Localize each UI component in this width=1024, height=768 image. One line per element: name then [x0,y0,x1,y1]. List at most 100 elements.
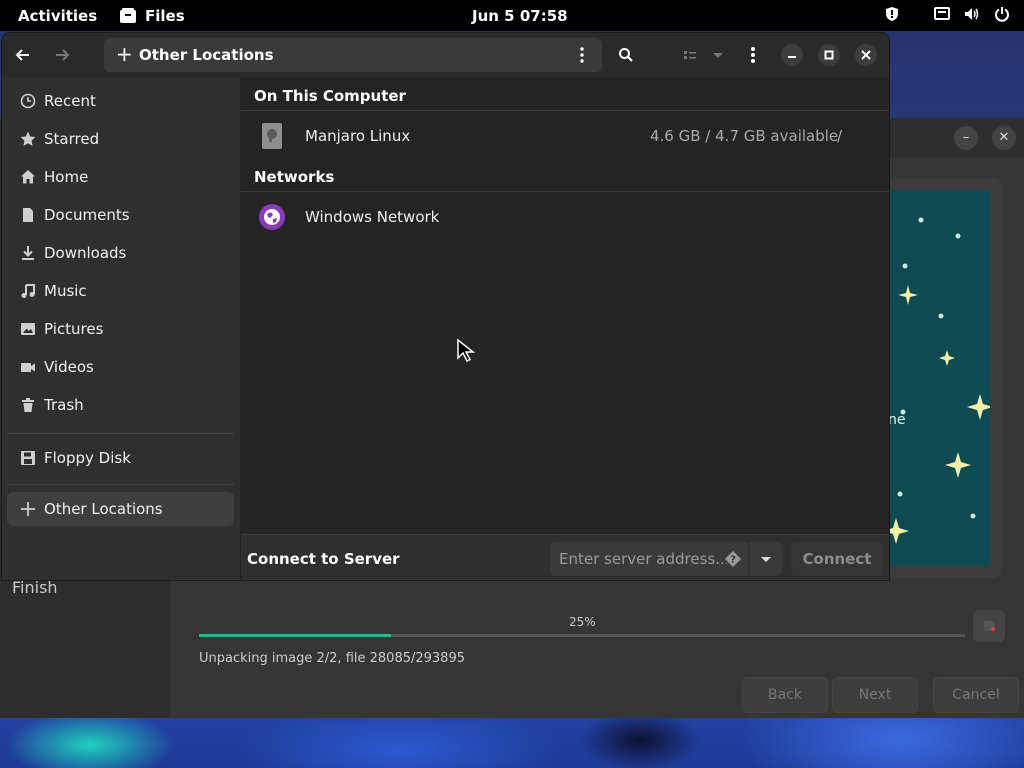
location-available-space: 4.6 GB / 4.7 GB available [650,127,839,145]
sidebar-item-music[interactable]: Music [7,274,234,308]
sidebar-item-label: Home [44,168,89,186]
sidebar-item-label: Documents [44,206,130,224]
installer-headerbar: – ✕ [888,118,1024,158]
location-row-manjaro-linux[interactable]: Manjaro Linux 4.6 GB / 4.7 GB available … [241,116,889,156]
sidebar-item-label: Music [44,282,87,300]
help-icon[interactable]: ? [724,550,742,568]
volume-icon [965,8,979,20]
download-icon [22,246,34,260]
search-button[interactable] [610,39,642,71]
location-mount-point: / [837,127,843,145]
sidebar-item-home[interactable]: Home [7,160,234,194]
server-address-field: ? [550,542,748,576]
sidebar-item-label: Trash [44,396,84,414]
location-label: Other Locations [139,46,274,64]
picture-icon [21,323,35,335]
section-divider [241,191,889,192]
location-bar[interactable]: + Other Locations [104,38,602,72]
section-title-networks: Networks [254,168,335,186]
slide-text: ne [888,412,906,428]
stars-decoration [883,217,993,544]
document-icon [23,208,33,222]
network-globe-icon [259,204,285,230]
installer-slideshow: ne [883,178,1002,578]
star-icon [20,131,36,146]
activities-button[interactable]: Activities [18,7,97,25]
minimize-button[interactable] [781,44,803,66]
install-status: Unpacking image 2/2, file 28085/293895 [199,651,465,666]
section-divider [241,110,889,111]
floppy-icon [21,451,35,465]
main-menu-button[interactable] [737,39,769,71]
sidebar-separator [7,484,234,485]
app-name: Files [145,7,185,25]
location-row-windows-network[interactable]: Windows Network [241,197,889,237]
sidebar-item-label: Starred [44,130,100,148]
sidebar-item-starred[interactable]: Starred [7,122,234,156]
headerbar: + Other Locations [2,33,889,77]
sidebar-item-downloads[interactable]: Downloads [7,236,234,270]
next-button[interactable]: Next [832,677,918,713]
close-button[interactable]: ✕ [992,126,1016,150]
progress-bar [199,634,965,637]
list-view-icon [684,51,696,59]
top-bar: Activities Files Jun 5 07:58 [0,0,1024,31]
connect-button[interactable]: Connect [791,542,883,576]
progress-percent: 25% [569,615,596,629]
sidebar-item-label: Pictures [44,320,104,338]
clock[interactable]: Jun 5 07:58 [472,7,568,25]
sidebar-item-videos[interactable]: Videos [7,350,234,384]
recent-servers-dropdown[interactable] [750,542,782,576]
sidebar-item-pictures[interactable]: Pictures [7,312,234,346]
log-toggle-button[interactable] [973,610,1005,642]
cancel-button[interactable]: Cancel [933,677,1019,713]
progress-fill [199,634,391,637]
forward-button[interactable] [46,39,78,71]
other-locations-view: On This Computer Manjaro Linux 4.6 GB / … [241,77,889,534]
app-menu[interactable]: Files [119,7,185,25]
vertical-dots-icon [751,47,755,63]
minimize-button[interactable]: – [954,126,978,150]
sidebar-item-label: Recent [44,92,96,110]
sidebar-separator [7,433,234,434]
server-address-input[interactable] [550,542,727,576]
maximize-button[interactable] [818,44,840,66]
back-button[interactable] [7,39,39,71]
plus-icon [21,502,35,516]
sidebar-item-documents[interactable]: Documents [7,198,234,232]
video-icon [21,363,35,372]
trash-icon [22,398,34,412]
music-icon [21,284,35,298]
files-app-icon [120,8,136,23]
installer-step-finish: Finish [12,578,58,597]
sidebar-item-floppy-disk[interactable]: Floppy Disk [7,441,234,475]
location-name: Manjaro Linux [305,127,411,145]
section-title-on-this-computer: On This Computer [254,87,406,105]
drive-icon [262,123,282,149]
sidebar-item-label: Videos [44,358,94,376]
minimize-icon [788,56,796,58]
svg-text:?: ? [730,555,736,566]
sidebar-item-trash[interactable]: Trash [7,388,234,422]
mouse-cursor-icon [457,338,476,363]
clock-icon [20,93,36,109]
chevron-down-icon [761,557,771,562]
arrow-left-icon [15,49,29,61]
view-options-button[interactable] [702,39,734,71]
power-icon [995,7,1009,22]
system-tray[interactable] [884,6,1010,22]
sidebar-item-other-locations[interactable]: Other Locations [7,492,234,526]
sidebar: Recent Starred Home Documents Downloads … [2,77,240,580]
chevron-down-icon [713,53,723,58]
back-button[interactable]: Back [742,677,828,713]
maximize-icon [824,50,834,60]
location-menu-button[interactable] [572,44,592,66]
search-icon [619,48,633,62]
sidebar-item-label: Floppy Disk [44,449,131,467]
sidebar-item-recent[interactable]: Recent [7,84,234,118]
home-icon [21,170,35,184]
log-icon [984,621,995,631]
files-window: + Other Locations Recent Starred Home Do… [2,33,889,580]
connect-to-server-bar: Connect to Server ? Connect [241,534,889,580]
close-button[interactable] [855,44,877,66]
